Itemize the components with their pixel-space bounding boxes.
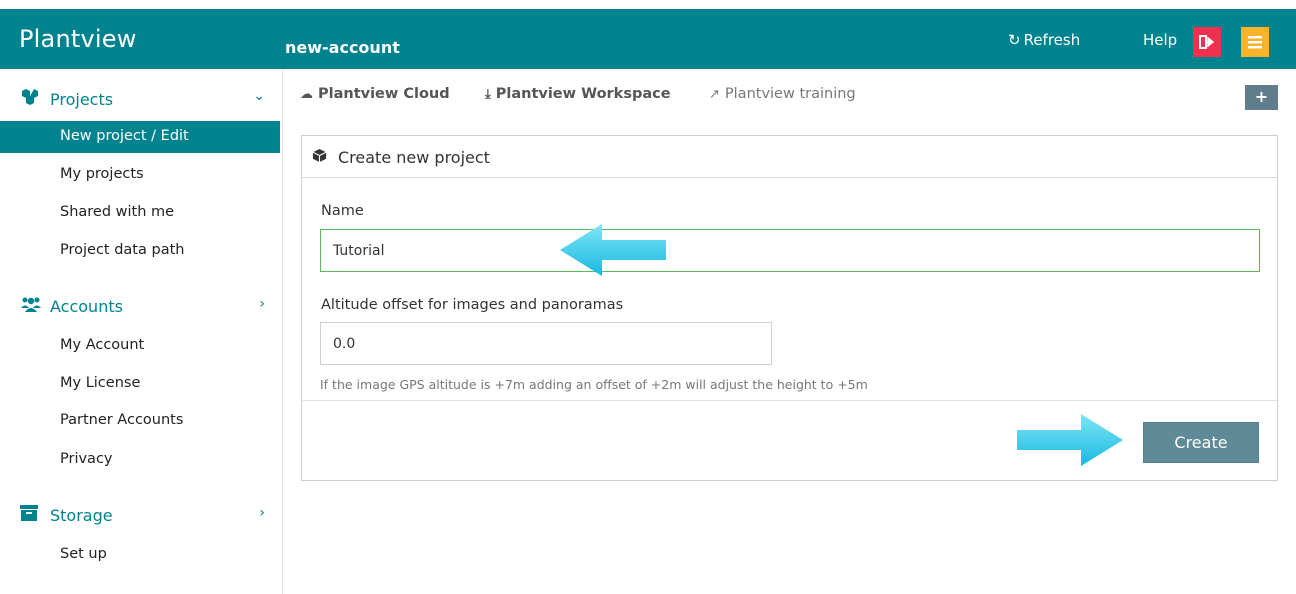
logout-button[interactable] [1193, 27, 1221, 57]
link-label: Plantview training [724, 86, 856, 102]
sidebar-item-my-projects[interactable]: My projects [0, 159, 280, 191]
sidebar-item-shared-with-me[interactable]: Shared with me [0, 197, 280, 229]
panel-title: Create new project [338, 148, 490, 167]
sidebar-section-projects[interactable]: Projects ⌄ [20, 88, 265, 110]
sidebar-item-new-project[interactable]: New project / Edit [0, 121, 280, 153]
sidebar-section-accounts[interactable]: Accounts › [20, 296, 265, 318]
create-button[interactable]: Create [1143, 422, 1259, 463]
link-label: Plantview Cloud [318, 86, 450, 102]
cube-icon [312, 148, 330, 167]
users-icon [20, 296, 42, 316]
add-button[interactable]: + [1245, 85, 1278, 110]
altitude-offset-hint: If the image GPS altitude is +7m adding … [320, 377, 868, 392]
link-plantview-training[interactable]: ↗ Plantview training [709, 86, 856, 102]
refresh-label: Refresh [1023, 31, 1081, 49]
chevron-right-icon: › [259, 296, 265, 312]
sidebar: Projects ⌄ New project / Edit My project… [0, 69, 283, 594]
link-plantview-workspace[interactable]: ⤓ Plantview Workspace [485, 86, 671, 102]
help-link[interactable]: Help [1143, 31, 1177, 49]
sidebar-section-label: Storage [50, 506, 113, 525]
hamburger-menu-icon [1248, 36, 1262, 49]
arrow-right-annotation-icon [1017, 414, 1123, 466]
archive-box-icon [20, 505, 42, 525]
chevron-down-icon: ⌄ [253, 88, 265, 104]
top-bar: Plantview new-account ↻ Refresh Help [0, 0, 1296, 69]
refresh-button[interactable]: ↻ Refresh [1008, 31, 1080, 49]
top-nav: new-account ↻ Refresh Help [283, 9, 1296, 69]
sidebar-item-my-license[interactable]: My License [0, 368, 280, 400]
altitude-offset-input[interactable] [320, 322, 772, 365]
external-link-icon: ↗ [709, 87, 720, 102]
plus-icon: + [1254, 87, 1269, 106]
chevron-right-icon: › [259, 505, 265, 521]
cloud-icon: ☁ [300, 87, 313, 102]
refresh-icon: ↻ [1008, 31, 1021, 49]
sidebar-section-storage[interactable]: Storage › [20, 505, 265, 527]
name-label: Name [321, 203, 364, 219]
app-logo[interactable]: Plantview [0, 9, 283, 69]
account-name: new-account [285, 38, 400, 57]
altitude-offset-label: Altitude offset for images and panoramas [321, 297, 624, 313]
cubes-icon [20, 88, 42, 109]
main-menu-button[interactable] [1241, 27, 1269, 57]
sign-out-icon [1199, 35, 1215, 49]
link-label: Plantview Workspace [495, 86, 671, 102]
sidebar-item-set-up[interactable]: Set up [0, 539, 280, 571]
sidebar-item-privacy[interactable]: Privacy [0, 444, 280, 476]
sidebar-item-project-data-path[interactable]: Project data path [0, 235, 280, 267]
download-icon: ⤓ [485, 87, 491, 102]
project-name-input[interactable] [320, 229, 1260, 272]
panel-header: Create new project [302, 136, 1277, 178]
sidebar-item-partner-accounts[interactable]: Partner Accounts [0, 405, 280, 437]
sidebar-section-label: Projects [50, 90, 114, 109]
create-project-panel: Create new project Name Altitude offset … [301, 135, 1278, 481]
sidebar-section-label: Accounts [50, 297, 123, 316]
panel-footer-divider [302, 400, 1277, 401]
arrow-left-annotation-icon [560, 224, 666, 276]
link-plantview-cloud[interactable]: ☁ Plantview Cloud [300, 86, 450, 102]
sidebar-item-my-account[interactable]: My Account [0, 330, 280, 362]
